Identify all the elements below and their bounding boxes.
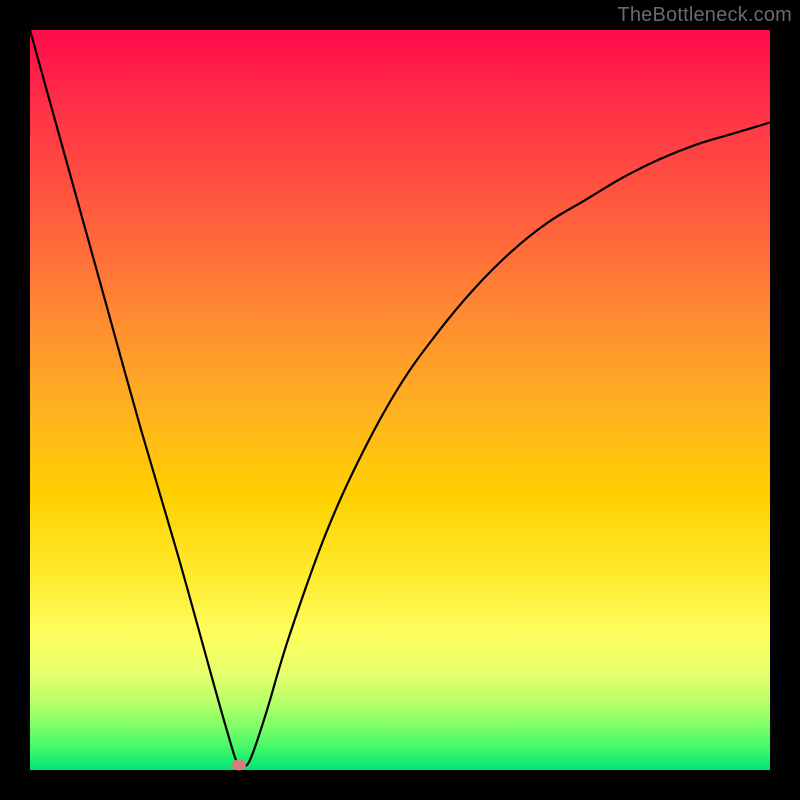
minimum-marker-icon	[232, 759, 246, 770]
curve-layer	[30, 30, 770, 770]
bottleneck-curve	[30, 30, 770, 767]
watermark-text: TheBottleneck.com	[617, 4, 792, 27]
chart-frame: TheBottleneck.com	[0, 0, 800, 800]
